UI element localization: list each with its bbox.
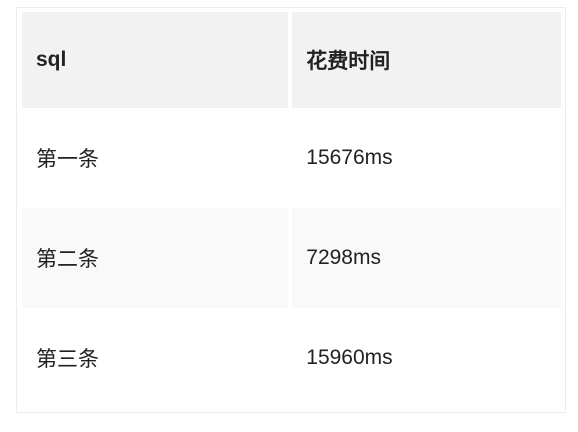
table-row: 第一条 15676ms	[22, 108, 561, 208]
cell-time-cost: 7298ms	[292, 208, 561, 308]
header-sql: sql	[22, 12, 289, 108]
data-table: sql 花费时间 第一条 15676ms 第二条 7298ms 第三条 1596…	[18, 12, 565, 408]
cell-sql: 第二条	[22, 208, 289, 308]
table-row: 第三条 15960ms	[22, 308, 561, 408]
table-frame: sql 花费时间 第一条 15676ms 第二条 7298ms 第三条 1596…	[16, 7, 566, 413]
table-body: 第一条 15676ms 第二条 7298ms 第三条 15960ms	[22, 108, 561, 408]
table-header: sql 花费时间	[22, 12, 561, 108]
cell-sql: 第三条	[22, 308, 289, 408]
cell-sql: 第一条	[22, 108, 289, 208]
table-row: 第二条 7298ms	[22, 208, 561, 308]
cell-time-cost: 15960ms	[292, 308, 561, 408]
header-time-cost: 花费时间	[292, 12, 561, 108]
cell-time-cost: 15676ms	[292, 108, 561, 208]
header-row: sql 花费时间	[22, 12, 561, 108]
